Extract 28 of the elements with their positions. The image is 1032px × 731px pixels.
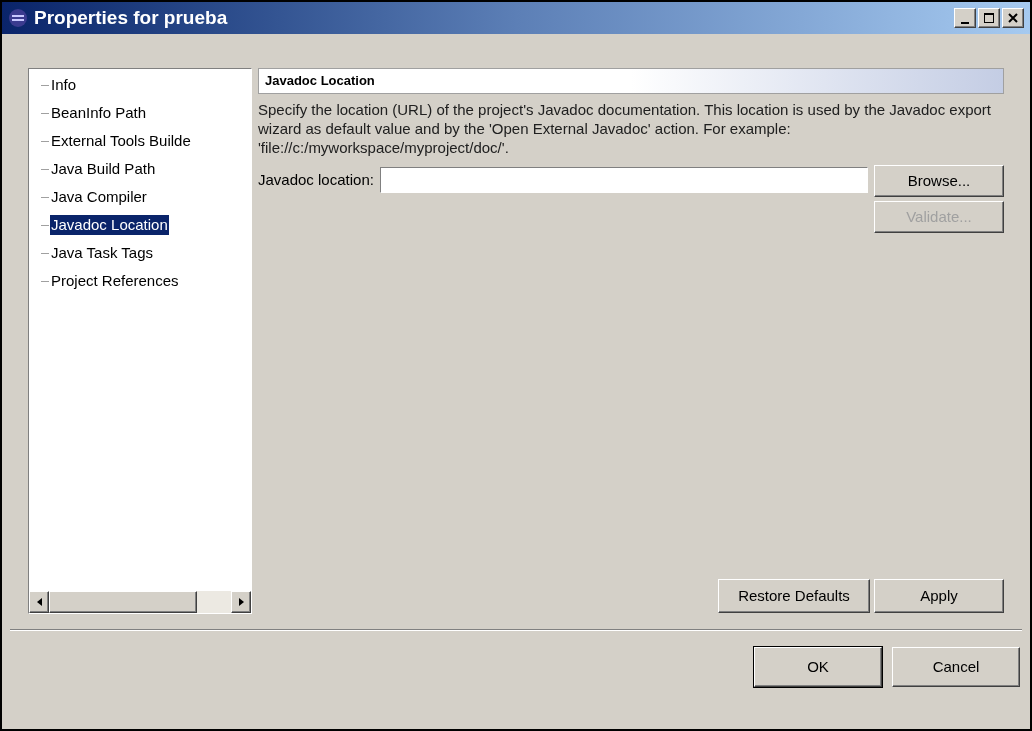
side-button[interactable]: Browse... <box>874 165 1004 197</box>
tree-item[interactable]: External Tools Builde <box>50 131 192 151</box>
horizontal-scrollbar[interactable] <box>29 591 251 613</box>
input-field[interactable] <box>379 167 868 193</box>
tree-item[interactable]: Java Build Path <box>50 159 157 179</box>
minimize-icon <box>961 22 969 24</box>
tree-item[interactable]: Java Compiler <box>50 187 148 207</box>
left-arrow-icon <box>36 598 42 606</box>
tree-item[interactable]: Project References <box>50 271 180 291</box>
page-title: Javadoc Location <box>265 72 375 91</box>
minimize-button[interactable] <box>954 8 976 28</box>
right-arrow-icon <box>238 598 244 606</box>
close-icon <box>1008 13 1018 23</box>
maximize-button[interactable] <box>978 8 1000 28</box>
tree-item[interactable]: Javadoc Location <box>50 215 169 235</box>
page-button[interactable]: Restore Defaults <box>718 579 870 613</box>
description-text: Specify the location (URL) of the project's Javadoc documentation. This location is used by the Javadoc export wizard as default value and by the 'Open External Javadoc' action. For example: 'file://c:/myworkspace/myproject/doc/'. <box>258 100 992 157</box>
dialog-button[interactable]: OK <box>754 647 882 687</box>
page-button[interactable]: Apply <box>874 579 1004 613</box>
close-button[interactable] <box>1002 8 1024 28</box>
field-label: Javadoc location: <box>258 169 374 190</box>
tree-item[interactable]: Info <box>50 75 78 95</box>
app-icon <box>8 8 28 28</box>
dialog-button[interactable]: Cancel <box>892 647 1020 687</box>
window-title: Properties for prueba <box>34 5 228 30</box>
tree-item[interactable]: BeanInfo Path <box>50 103 148 123</box>
maximize-icon <box>984 13 994 23</box>
tree-item[interactable]: Java Task Tags <box>50 243 154 263</box>
